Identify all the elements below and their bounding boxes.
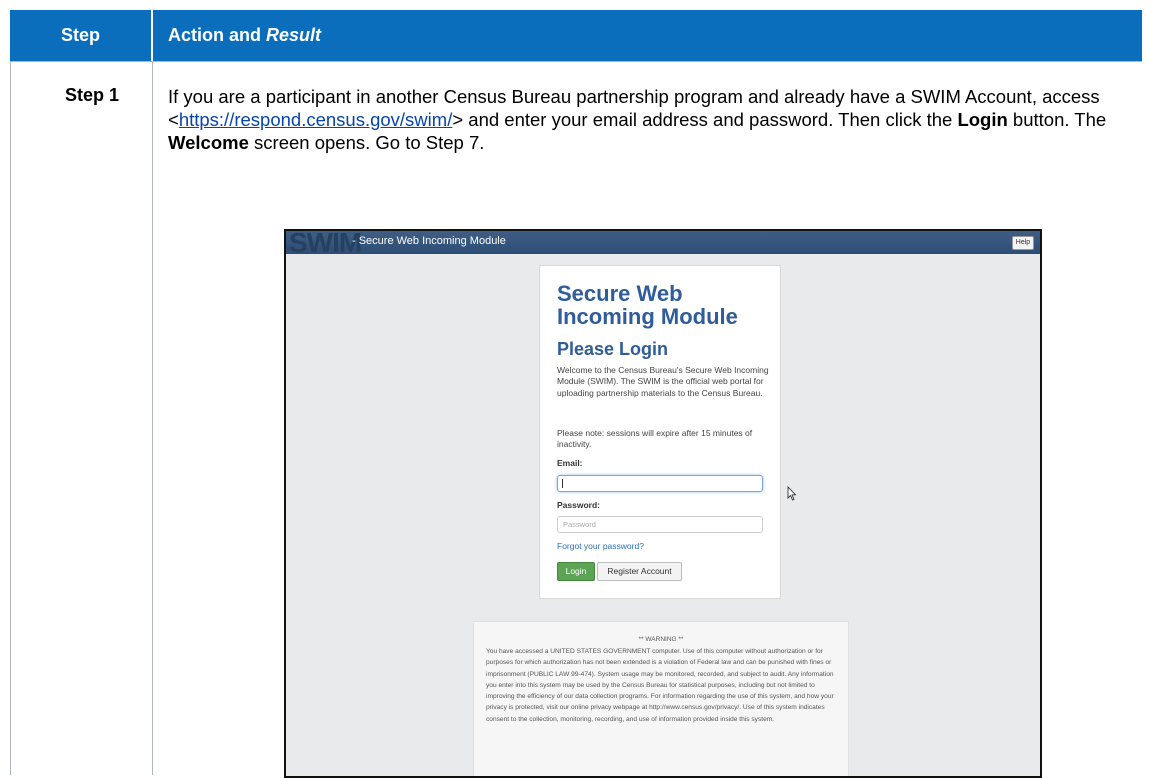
- header-action-and-result: Action and Result: [168, 10, 321, 61]
- password-field[interactable]: Password: [557, 516, 763, 533]
- header-divider: [151, 10, 153, 61]
- header-step: Step: [60, 25, 100, 45]
- instruction-text-4: screen opens. Go to Step 7.: [248, 132, 485, 153]
- instruction-text-3: button. The: [1007, 109, 1107, 130]
- login-button[interactable]: Login: [557, 562, 595, 581]
- password-label: Password:: [557, 500, 600, 510]
- forgot-password-link[interactable]: Forgot your password?: [557, 541, 644, 551]
- login-card: Secure Web Incoming Module Please Login …: [539, 265, 781, 599]
- step-instruction: If you are a participant in another Cens…: [168, 85, 1128, 154]
- warning-text: You have accessed a UNITED STATES GOVERN…: [486, 648, 834, 723]
- login-keyword: Login: [957, 109, 1008, 130]
- email-field[interactable]: [557, 475, 763, 492]
- password-placeholder: Password: [563, 520, 596, 529]
- swim-logo: SWIM: [289, 229, 362, 258]
- text-caret: [562, 479, 563, 488]
- register-account-button[interactable]: Register Account: [597, 562, 682, 581]
- instruction-table: Step Action and Result Step 1 If you are …: [10, 10, 1142, 778]
- warning-title: ** WARNING **: [638, 636, 684, 643]
- header-action: Action and: [168, 25, 261, 45]
- swim-bar-title: - Secure Web Incoming Module: [352, 235, 506, 247]
- column-divider: [152, 61, 153, 775]
- step-label: Step 1: [65, 85, 120, 105]
- swim-login-screenshot: SWIM - Secure Web Incoming Module Help S…: [284, 229, 1042, 778]
- table-left-border: [10, 61, 11, 775]
- card-subtitle: Please Login: [557, 339, 669, 359]
- card-description: Welcome to the Census Bureau's Secure We…: [557, 365, 769, 398]
- email-label: Email:: [557, 458, 583, 468]
- welcome-keyword: Welcome: [168, 132, 249, 153]
- swim-title-bar: SWIM - Secure Web Incoming Module Help: [286, 231, 1040, 258]
- instruction-text-2: > and enter your email address and passw…: [452, 109, 958, 130]
- row-divider: [10, 61, 1142, 62]
- table-header: Step Action and Result: [10, 10, 1142, 61]
- mouse-pointer-icon: [787, 486, 797, 501]
- header-result: Result: [266, 25, 322, 45]
- card-title: Secure Web Incoming Module: [557, 281, 738, 329]
- session-note: Please note: sessions will expire after …: [557, 428, 753, 450]
- warning-panel: ** WARNING ** You have accessed a UNITED…: [473, 621, 849, 776]
- swim-url-link[interactable]: https://respond.census.gov/swim/: [179, 109, 453, 130]
- help-button[interactable]: Help: [1012, 236, 1034, 250]
